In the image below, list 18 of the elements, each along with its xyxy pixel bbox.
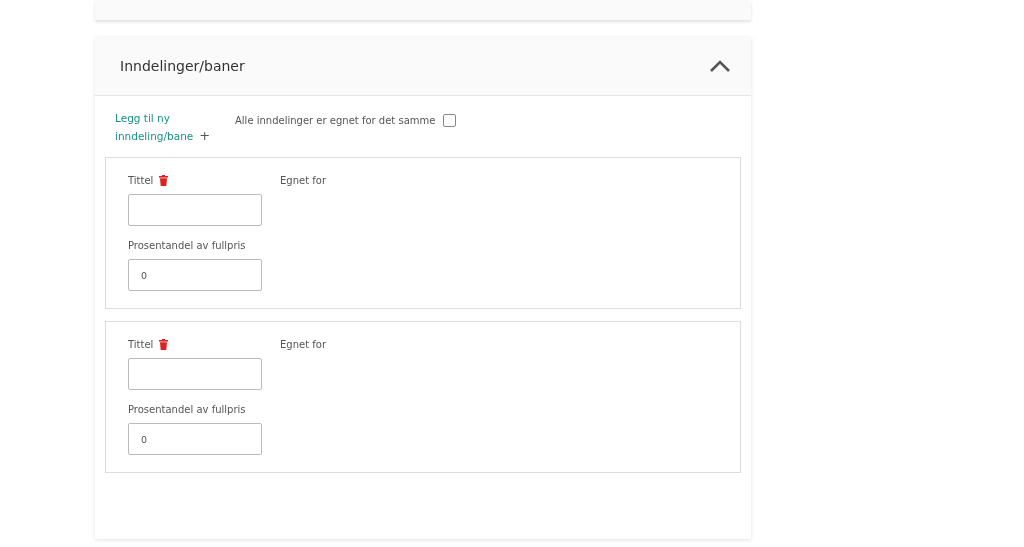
checkbox[interactable]: [443, 114, 457, 127]
field-label: Egnet for: [280, 338, 326, 350]
trash-icon[interactable]: [159, 174, 169, 186]
field-label: Egnet for: [280, 174, 326, 186]
section-title: Inndelinger/baner: [120, 58, 245, 74]
chevron-icon[interactable]: [709, 59, 731, 73]
field-label: Tittel: [128, 174, 154, 186]
title-field[interactable]: [128, 358, 262, 390]
percent-field[interactable]: 0: [128, 259, 262, 291]
title-field[interactable]: [128, 194, 262, 226]
field-label: Tittel: [128, 338, 154, 350]
percent-field[interactable]: 0: [128, 423, 262, 455]
section-header[interactable]: Inndelinger/baner: [95, 37, 751, 96]
field-label: Prosentandel av fullpris: [128, 403, 246, 415]
add-division-link[interactable]: Legg til ny inndeling/bane +: [115, 110, 215, 145]
field-label: Prosentandel av fullpris: [128, 239, 246, 251]
trash-icon[interactable]: [159, 338, 169, 350]
same-for-all-label: Alle inndelinger er egnet for det samme: [235, 115, 436, 126]
